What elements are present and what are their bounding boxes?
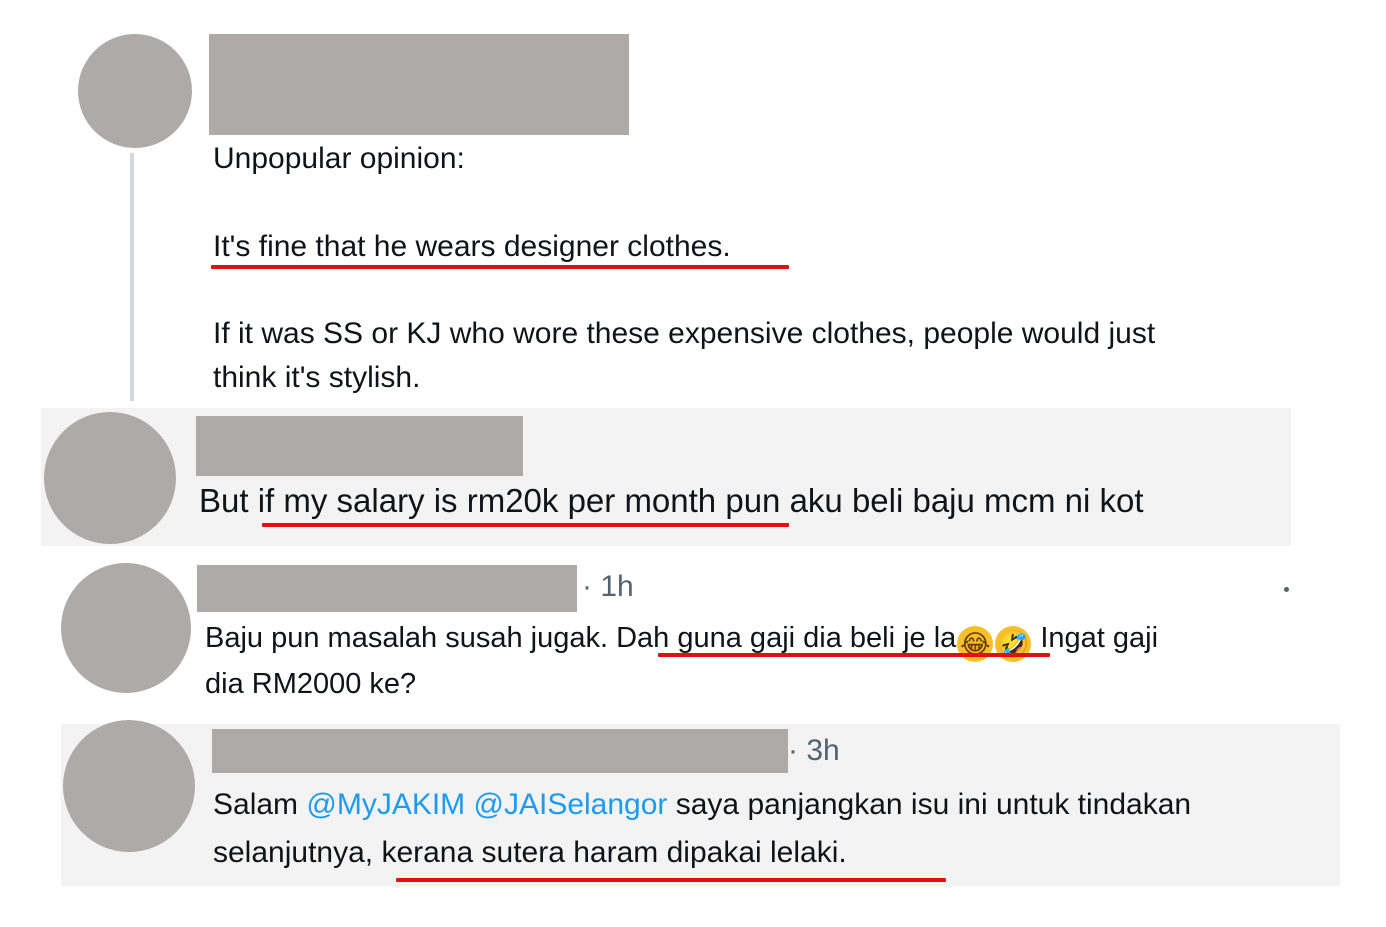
reply-text-suffix: Ingat gaji <box>1032 622 1159 654</box>
reply-text-highlight: if my salary is rm20k per month <box>257 482 717 519</box>
redacted-username <box>196 416 523 476</box>
highlight-underline <box>262 523 789 527</box>
avatar[interactable] <box>63 720 195 852</box>
reply-text: But if my salary is rm20k per month pun … <box>199 478 1144 524</box>
reply-text-line: dia RM2000 ke? <box>205 668 417 700</box>
reply-text-line: selanjutnya, kerana sutera haram dipakai… <box>213 830 847 876</box>
thread-connector-line <box>130 153 134 401</box>
highlight-underline <box>658 653 1050 657</box>
avatar[interactable] <box>44 412 176 544</box>
mention-link[interactable]: @MyJAKIM <box>306 788 465 821</box>
reply-text-prefix: But <box>199 482 258 519</box>
mention-link[interactable]: @JAISelangor <box>474 788 668 821</box>
redacted-username <box>197 565 577 612</box>
reply-text-suffix: saya panjangkan isu ini untuk tindakan <box>667 788 1192 821</box>
reply-text-prefix: Salam <box>213 788 307 821</box>
tweet-text-line: Unpopular opinion: <box>213 142 465 175</box>
tweet-text-line: If it was SS or KJ who wore these expens… <box>213 317 1156 350</box>
highlight-underline <box>211 265 789 269</box>
reply-text-highlight: , kerana sutera haram dipakai lelaki. <box>364 836 847 869</box>
more-options-icon[interactable] <box>1284 587 1289 592</box>
highlight-underline <box>396 878 946 882</box>
tweet-text-line: think it's stylish. <box>213 361 421 394</box>
reply-text-prefix: Baju pun masalah susah jugak. <box>205 622 617 654</box>
tweet-text-line: It's fine that he wears designer clothes… <box>213 230 731 263</box>
redacted-username <box>212 729 788 773</box>
tweet-timestamp[interactable]: · 1h <box>582 570 634 604</box>
reply-text-prefix: selanjutnya <box>213 836 365 869</box>
avatar[interactable] <box>78 34 192 148</box>
tweet-timestamp[interactable]: · 3h <box>788 734 840 768</box>
redacted-username <box>209 34 629 135</box>
reply-text-highlight: Dah guna gaji dia beli je la <box>616 622 957 654</box>
avatar[interactable] <box>61 563 191 693</box>
reply-text-line: Salam @MyJAKIM @JAISelangor saya panjang… <box>213 782 1191 828</box>
reply-text-suffix: pun aku beli baju mcm ni kot <box>716 482 1144 519</box>
